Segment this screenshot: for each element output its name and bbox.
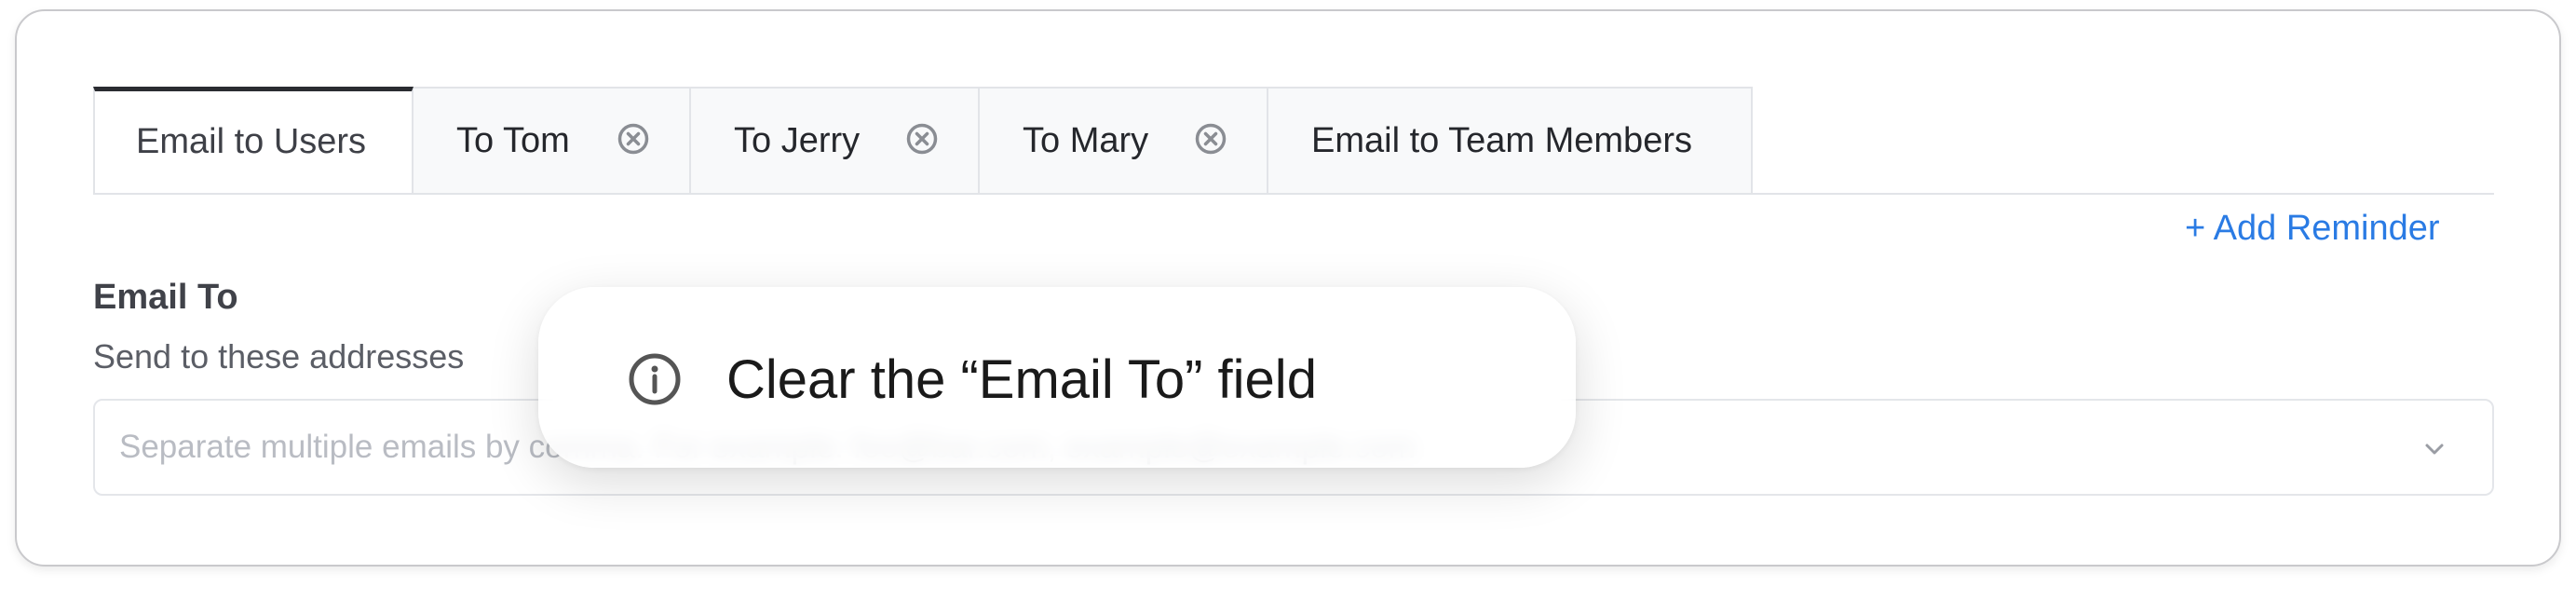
close-tab-icon[interactable] — [617, 122, 650, 156]
tab-label: To Jerry — [734, 120, 861, 160]
tab-bar: Email to Users To Tom To Jerry To Mary E… — [93, 87, 1753, 195]
tooltip-text: Clear the “Email To” field — [726, 349, 1317, 410]
tab-to-tom[interactable]: To Tom — [414, 87, 691, 195]
close-tab-icon[interactable] — [1194, 122, 1227, 156]
info-icon — [629, 353, 681, 405]
tooltip: Clear the “Email To” field — [538, 287, 1576, 468]
close-tab-icon[interactable] — [905, 122, 939, 156]
chevron-down-icon[interactable] — [2418, 432, 2451, 466]
tab-email-to-team-members[interactable]: Email to Team Members — [1268, 87, 1753, 195]
tab-label: Email to Users — [136, 122, 367, 161]
tab-label: To Mary — [1023, 120, 1149, 160]
email-to-label: Email To — [93, 278, 238, 317]
add-reminder-button[interactable]: + Add Reminder — [2185, 209, 2440, 249]
tab-to-jerry[interactable]: To Jerry — [691, 87, 980, 195]
tab-divider — [93, 193, 2494, 195]
tab-to-mary[interactable]: To Mary — [980, 87, 1268, 195]
tab-label: Email to Team Members — [1311, 120, 1692, 160]
tab-email-to-users[interactable]: Email to Users — [93, 87, 414, 195]
email-to-help-text: Send to these addresses — [93, 337, 465, 376]
tab-label: To Tom — [456, 120, 570, 160]
